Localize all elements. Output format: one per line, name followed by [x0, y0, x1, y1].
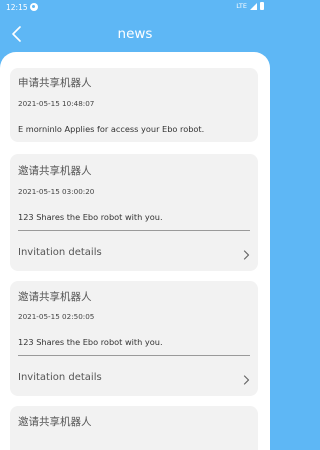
page-title: news	[117, 26, 153, 42]
message-body: 123 Shares the Ebo robot with you.	[18, 337, 163, 347]
status-time: 12:15	[6, 3, 28, 12]
message-title: 邀请共享机器人	[18, 291, 92, 303]
chevron-right-icon	[243, 250, 250, 260]
message-card[interactable]: 邀请共享机器人 2021-05-15 03:00:20 123 Shares t…	[10, 154, 258, 271]
message-card[interactable]: 邀请共享机器人	[10, 406, 258, 450]
network-type: LTE	[236, 2, 247, 10]
message-time: 2021-05-15 10:48:07	[18, 99, 95, 108]
battery-icon	[260, 2, 264, 10]
message-title: 邀请共享机器人	[18, 416, 92, 428]
invitation-details-button[interactable]: Invitation details	[10, 368, 258, 392]
invitation-details-label: Invitation details	[18, 372, 102, 383]
divider	[18, 355, 250, 356]
message-body: 123 Shares the Ebo robot with you.	[18, 212, 163, 222]
message-body: E morninlo Applies for access your Ebo r…	[18, 124, 205, 134]
divider	[18, 230, 250, 231]
message-card[interactable]: 邀请共享机器人 2021-05-15 02:50:05 123 Shares t…	[10, 281, 258, 396]
status-bar: 12:15 LTE	[0, 0, 270, 16]
chevron-right-icon	[243, 375, 250, 385]
app-header: news	[0, 16, 270, 52]
message-card[interactable]: 申请共享机器人 2021-05-15 10:48:07 E morninlo A…	[10, 68, 258, 142]
message-title: 申请共享机器人	[18, 77, 92, 89]
message-title: 邀请共享机器人	[18, 165, 92, 177]
invitation-details-button[interactable]: Invitation details	[10, 243, 258, 267]
invitation-details-label: Invitation details	[18, 247, 102, 258]
app-notification-icon	[30, 3, 38, 11]
signal-icon	[250, 2, 257, 10]
message-time: 2021-05-15 02:50:05	[18, 312, 95, 321]
message-list: 申请共享机器人 2021-05-15 10:48:07 E morninlo A…	[0, 52, 270, 450]
message-time: 2021-05-15 03:00:20	[18, 187, 95, 196]
status-icons: LTE	[236, 2, 264, 10]
